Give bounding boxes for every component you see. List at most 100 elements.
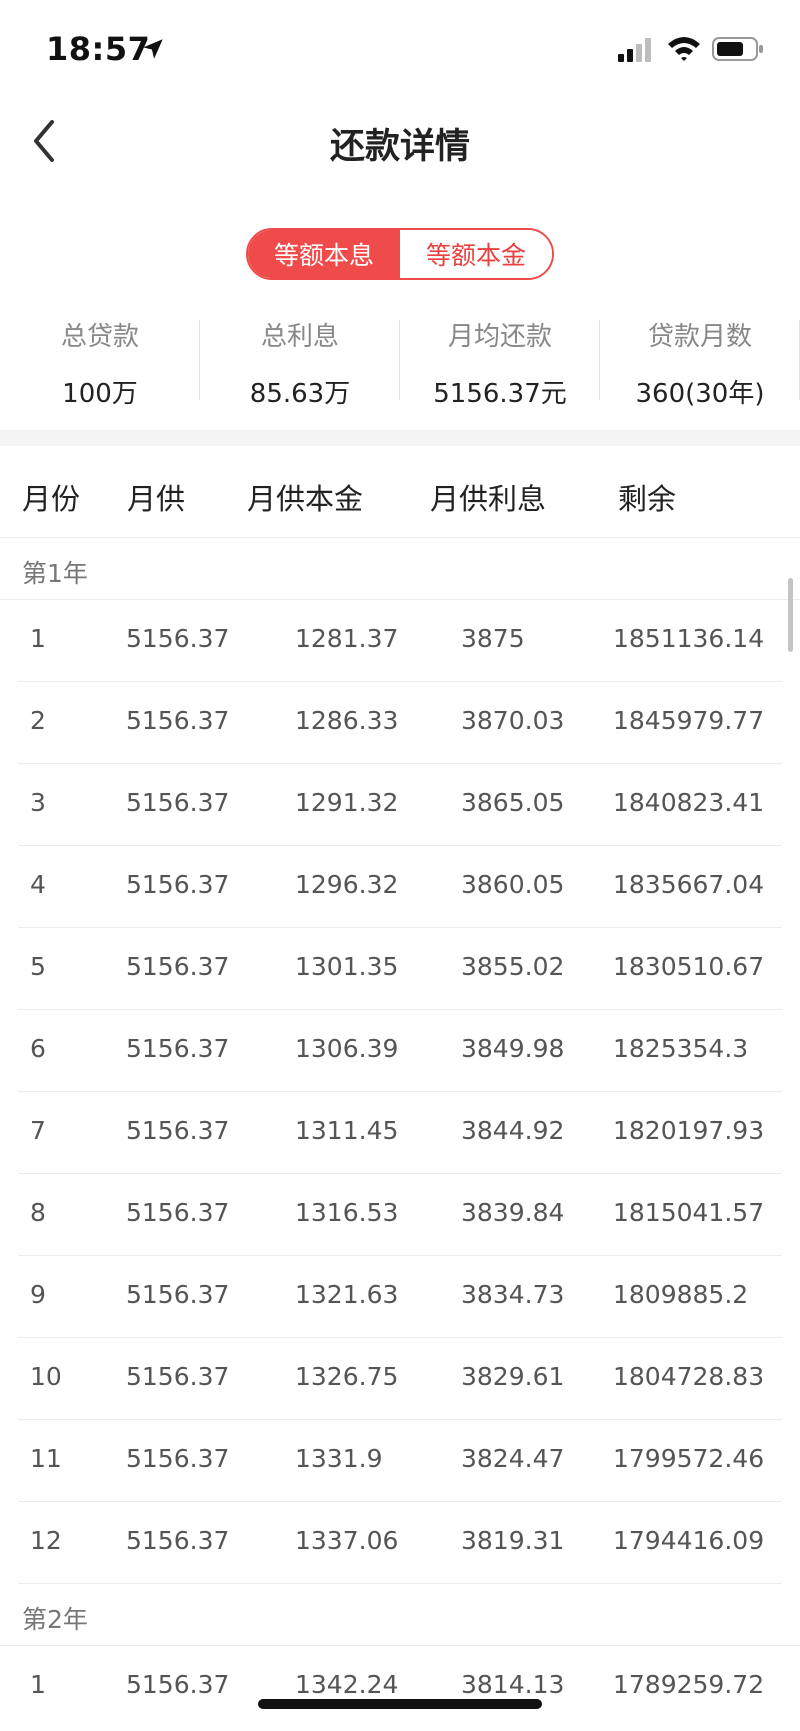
cell-interest: 3814.13	[461, 1670, 565, 1699]
cell-principal: 1311.45	[295, 1116, 399, 1145]
section-separator	[0, 430, 800, 446]
column-header-principal: 月供本金	[247, 482, 364, 516]
summary-monthly-payment: 月均还款 5156.37元	[400, 310, 600, 420]
cell-principal: 1342.24	[295, 1670, 399, 1699]
summary-total-loan: 总贷款 100万	[0, 310, 200, 420]
table-row: 11 5156.37 1331.9 3824.47 1799572.46	[18, 1420, 782, 1502]
cell-principal: 1316.53	[295, 1198, 399, 1227]
cell-payment: 5156.37	[126, 624, 230, 653]
cell-principal: 1331.9	[295, 1444, 383, 1473]
summary-label: 月均还款	[447, 322, 552, 352]
table-row: 1 5156.37 1281.37 3875 1851136.14	[18, 600, 782, 682]
cell-interest: 3849.98	[461, 1034, 565, 1063]
repayment-table[interactable]: 第1年 1 5156.37 1281.37 3875 1851136.14 2 …	[0, 538, 800, 1728]
cell-interest: 3875	[461, 624, 525, 653]
summary-loan-months: 贷款月数 360(30年)	[600, 310, 800, 420]
cell-payment: 5156.37	[126, 1526, 230, 1555]
cell-payment: 5156.37	[126, 706, 230, 735]
cell-principal: 1281.37	[295, 624, 399, 653]
table-row: 12 5156.37 1337.06 3819.31 1794416.09	[18, 1502, 782, 1584]
battery-icon	[712, 37, 763, 61]
summary-label: 总利息	[260, 322, 339, 352]
cell-payment: 5156.37	[126, 788, 230, 817]
table-row: 9 5156.37 1321.63 3834.73 1809885.2	[18, 1256, 782, 1338]
cell-interest: 3860.05	[461, 870, 565, 899]
cell-month: 6	[30, 1034, 46, 1063]
status-time: 18:57	[46, 30, 151, 68]
tab-equal-principal[interactable]: 等额本金	[400, 230, 552, 278]
cell-payment: 5156.37	[126, 1362, 230, 1391]
cell-month: 10	[30, 1362, 62, 1391]
wifi-icon	[668, 37, 700, 61]
table-row: 8 5156.37 1316.53 3839.84 1815041.57	[18, 1174, 782, 1256]
summary-total-interest: 总利息 85.63万	[200, 310, 400, 420]
cell-principal: 1286.33	[295, 706, 399, 735]
cell-month: 12	[30, 1526, 62, 1555]
cell-month: 7	[30, 1116, 46, 1145]
cell-month: 8	[30, 1198, 46, 1227]
table-row: 3 5156.37 1291.32 3865.05 1840823.41	[18, 764, 782, 846]
status-bar: 18:57	[0, 0, 800, 100]
cell-remaining: 1845979.77	[613, 706, 765, 735]
cell-month: 1	[30, 624, 46, 653]
column-header-payment: 月供	[127, 482, 186, 516]
tab-equal-installment[interactable]: 等额本息	[248, 230, 400, 278]
location-arrow-icon	[143, 39, 163, 59]
cell-principal: 1296.32	[295, 870, 399, 899]
table-row: 4 5156.37 1296.32 3860.05 1835667.04	[18, 846, 782, 928]
cell-interest: 3819.31	[461, 1526, 565, 1555]
cell-remaining: 1840823.41	[613, 788, 765, 817]
cell-payment: 5156.37	[126, 870, 230, 899]
cell-interest: 3834.73	[461, 1280, 565, 1309]
cell-month: 2	[30, 706, 46, 735]
cell-interest: 3844.92	[461, 1116, 565, 1145]
year-group-header: 第2年	[0, 1584, 800, 1646]
summary-value: 85.63万	[249, 379, 351, 409]
year-label: 第2年	[22, 1605, 88, 1634]
summary-value: 360(30年)	[635, 379, 765, 409]
table-row: 2 5156.37 1286.33 3870.03 1845979.77	[18, 682, 782, 764]
cell-principal: 1291.32	[295, 788, 399, 817]
table-row: 7 5156.37 1311.45 3844.92 1820197.93	[18, 1092, 782, 1174]
cell-remaining: 1804728.83	[613, 1362, 765, 1391]
year-label: 第1年	[22, 559, 88, 588]
table-row: 5 5156.37 1301.35 3855.02 1830510.67	[18, 928, 782, 1010]
cell-principal: 1301.35	[295, 952, 399, 981]
cell-month: 1	[30, 1670, 46, 1699]
table-row: 10 5156.37 1326.75 3829.61 1804728.83	[18, 1338, 782, 1420]
column-header-month: 月份	[22, 482, 81, 516]
cell-remaining: 1820197.93	[613, 1116, 765, 1145]
table-row: 6 5156.37 1306.39 3849.98 1825354.3	[18, 1010, 782, 1092]
cell-payment: 5156.37	[126, 1444, 230, 1473]
cell-payment: 5156.37	[126, 1670, 230, 1699]
cell-remaining: 1809885.2	[613, 1280, 749, 1309]
cell-payment: 5156.37	[126, 952, 230, 981]
cell-interest: 3855.02	[461, 952, 565, 981]
cell-remaining: 1851136.14	[613, 624, 765, 653]
home-indicator[interactable]	[258, 1699, 542, 1709]
cell-interest: 3870.03	[461, 706, 565, 735]
column-header-remaining: 剩余	[618, 482, 677, 516]
table-header: 月份 月供 月供本金 月供利息 剩余	[0, 446, 800, 538]
cell-interest: 3824.47	[461, 1444, 565, 1473]
cell-remaining: 1830510.67	[613, 952, 765, 981]
cell-payment: 5156.37	[126, 1116, 230, 1145]
cell-month: 9	[30, 1280, 46, 1309]
cell-remaining: 1799572.46	[613, 1444, 765, 1473]
cell-principal: 1321.63	[295, 1280, 399, 1309]
cell-month: 4	[30, 870, 46, 899]
cell-interest: 3839.84	[461, 1198, 565, 1227]
cell-payment: 5156.37	[126, 1198, 230, 1227]
page-title: 还款详情	[329, 127, 470, 167]
cell-remaining: 1815041.57	[613, 1198, 765, 1227]
cell-principal: 1306.39	[295, 1034, 399, 1063]
repayment-method-toggle: 等额本息 等额本金	[246, 228, 554, 280]
table-row: 1 5156.37 1342.24 3814.13 1789259.72	[18, 1646, 782, 1728]
summary-value: 5156.37元	[433, 379, 567, 409]
cell-remaining: 1825354.3	[613, 1034, 749, 1063]
summary-value: 100万	[62, 379, 138, 409]
cell-principal: 1326.75	[295, 1362, 399, 1391]
loan-summary: 总贷款 100万 总利息 85.63万 月均还款 5156.37元 贷款月数 3…	[0, 310, 800, 420]
cell-payment: 5156.37	[126, 1034, 230, 1063]
scrollbar[interactable]	[788, 578, 793, 652]
